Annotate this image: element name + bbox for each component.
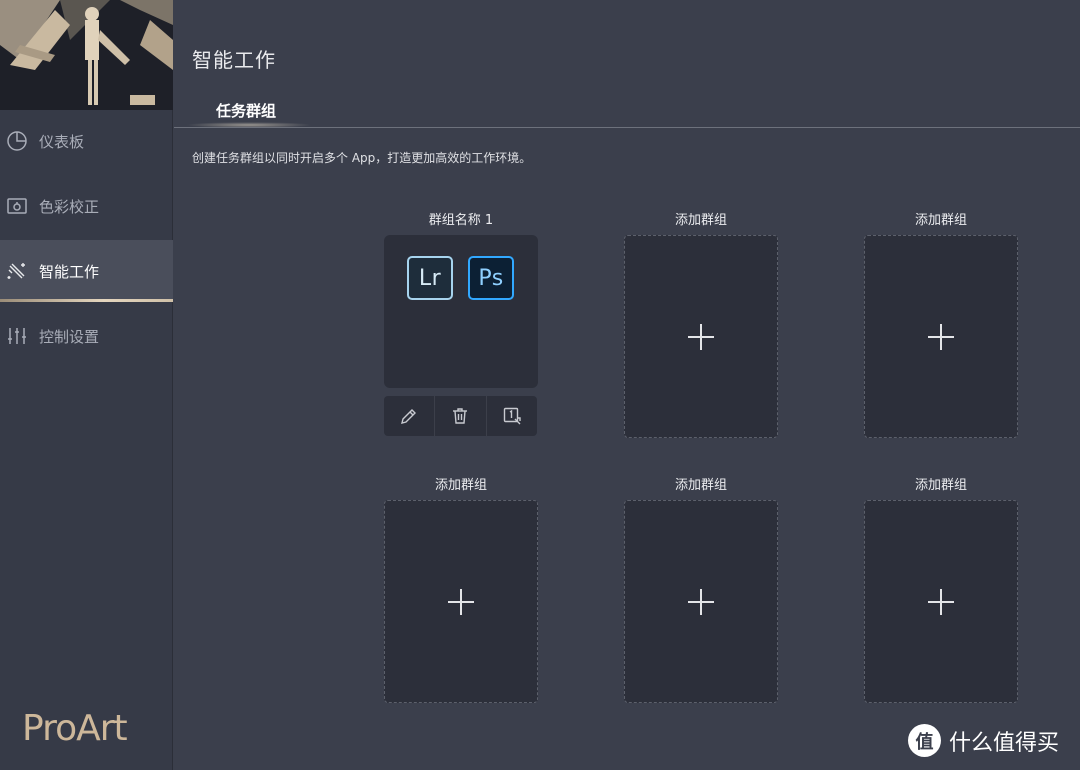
sidebar-item-label: 智能工作: [39, 262, 100, 281]
group-card-1[interactable]: Lr Ps: [384, 235, 538, 388]
watermark: 值 什么值得买: [908, 724, 1059, 757]
add-group-button[interactable]: [864, 500, 1018, 703]
photoshop-app-icon[interactable]: Ps: [468, 256, 514, 300]
sidebar-item-label: 仪表板: [39, 132, 85, 151]
sidebar: 仪表板 色彩校正 智能工作 控制设置 ProArt: [0, 0, 173, 770]
proart-logo: ProArt: [22, 708, 128, 749]
watermark-badge: 值: [908, 724, 941, 757]
divider: [174, 127, 1080, 128]
sidebar-item-smart-work[interactable]: 智能工作: [0, 240, 173, 302]
description: 创建任务群组以同时开启多个 App，打造更加高效的工作环境。: [192, 151, 532, 165]
group-label: 添加群组: [674, 213, 727, 228]
magic-wand-icon: [6, 260, 28, 282]
delete-trash-icon[interactable]: [435, 396, 487, 436]
lightroom-app-icon[interactable]: Lr: [407, 256, 453, 300]
sidebar-item-dashboard[interactable]: 仪表板: [0, 110, 173, 172]
color-calibration-icon: [6, 195, 28, 217]
watermark-text: 什么值得买: [949, 730, 1060, 756]
sidebar-item-label: 色彩校正: [39, 197, 100, 216]
group-label: 添加群组: [434, 478, 487, 493]
edit-pencil-icon[interactable]: [384, 396, 436, 436]
plus-icon: [448, 588, 474, 615]
plus-icon: [928, 323, 954, 350]
plus-icon: [928, 588, 954, 615]
add-group-button[interactable]: [624, 500, 778, 703]
group-label: 群组名称 1: [428, 213, 494, 228]
plus-icon: [688, 588, 714, 615]
add-group-button[interactable]: [624, 235, 778, 438]
group-label: 添加群组: [914, 213, 967, 228]
dashboard-pie-icon: [6, 130, 28, 152]
sidebar-item-label: 控制设置: [39, 327, 100, 346]
hero-illustration: [0, 0, 173, 110]
group-label: 添加群组: [674, 478, 727, 493]
shortcut-key-icon[interactable]: [487, 396, 537, 436]
sidebar-item-color-calibration[interactable]: 色彩校正: [0, 175, 173, 237]
sliders-icon: [6, 325, 28, 347]
add-group-button[interactable]: [384, 500, 538, 703]
page-title: 智能工作: [192, 48, 276, 72]
plus-icon: [688, 323, 714, 350]
group-label: 添加群组: [914, 478, 967, 493]
group-toolbar: [384, 396, 537, 436]
sidebar-item-control-settings[interactable]: 控制设置: [0, 305, 173, 367]
add-group-button[interactable]: [864, 235, 1018, 438]
